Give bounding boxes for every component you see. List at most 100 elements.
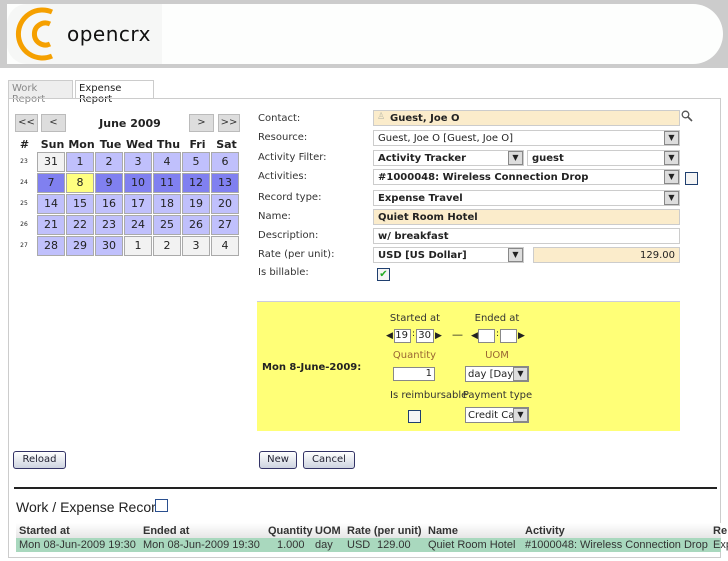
end-increase-icon[interactable]: ▶ bbox=[518, 331, 525, 341]
column-header[interactable]: Ended at bbox=[143, 525, 189, 537]
record-type-select[interactable]: Expense Travel ▼ bbox=[373, 190, 680, 206]
start-minute-input[interactable]: 30 bbox=[416, 329, 434, 343]
calendar-day[interactable]: 9 bbox=[95, 173, 123, 193]
date-label: Mon 8-June-2009: bbox=[262, 362, 362, 373]
calendar-day[interactable]: 2 bbox=[95, 152, 123, 172]
calendar-day[interactable]: 12 bbox=[182, 173, 210, 193]
calendar-day[interactable]: 11 bbox=[153, 173, 181, 193]
start-decrease-icon[interactable]: ◀ bbox=[386, 331, 393, 341]
activity-filter-select[interactable]: Activity Tracker ▼ bbox=[373, 150, 524, 166]
activities-select[interactable]: #1000048: Wireless Connection Drop ▼ bbox=[373, 169, 680, 185]
end-hour-input[interactable] bbox=[478, 329, 495, 343]
calendar-day[interactable]: 4 bbox=[211, 236, 239, 256]
day-header: Sat bbox=[216, 138, 237, 151]
cell-quantity: 1.000 bbox=[277, 539, 305, 551]
records-checkbox[interactable] bbox=[155, 499, 168, 512]
activities-checkbox[interactable] bbox=[685, 172, 698, 185]
reload-button[interactable]: Reload bbox=[13, 451, 66, 469]
prev-year-button[interactable]: << bbox=[15, 114, 38, 132]
activities-value: #1000048: Wireless Connection Drop bbox=[378, 172, 589, 183]
calendar-day[interactable]: 29 bbox=[66, 236, 94, 256]
cell-activity: #1000048: Wireless Connection Drop bbox=[525, 539, 708, 551]
record-type-label: Record type: bbox=[258, 192, 322, 203]
calendar-day[interactable]: 14 bbox=[37, 194, 65, 214]
new-button[interactable]: New bbox=[259, 451, 297, 469]
calendar-day[interactable]: 6 bbox=[211, 152, 239, 172]
rate-input[interactable]: 129.00 bbox=[533, 247, 680, 263]
activity-filter-value: Activity Tracker bbox=[378, 153, 467, 164]
calendar-day[interactable]: 13 bbox=[211, 173, 239, 193]
calendar-day[interactable]: 17 bbox=[124, 194, 152, 214]
column-header[interactable]: Activity bbox=[525, 525, 565, 537]
uom-select[interactable]: day [Day] ▼ bbox=[465, 366, 529, 382]
cell-uom: day bbox=[315, 539, 333, 551]
chevron-down-icon: ▼ bbox=[664, 191, 679, 205]
month-label: June 2009 bbox=[99, 117, 161, 130]
billable-checkbox[interactable]: ✔ bbox=[377, 268, 390, 281]
prev-month-button[interactable]: < bbox=[41, 114, 66, 132]
calendar-day[interactable]: 21 bbox=[37, 215, 65, 235]
calendar-day[interactable]: 10 bbox=[124, 173, 152, 193]
end-minute-input[interactable] bbox=[500, 329, 517, 343]
column-header[interactable]: Rate (per unit) bbox=[347, 525, 422, 537]
calendar-day[interactable]: 8 bbox=[66, 173, 94, 193]
day-header: Sun bbox=[40, 138, 65, 151]
calendar-day[interactable]: 25 bbox=[153, 215, 181, 235]
next-year-button[interactable]: >> bbox=[218, 114, 240, 132]
next-month-button[interactable]: > bbox=[189, 114, 214, 132]
cell-record-type: Exp bbox=[713, 539, 728, 551]
activity-filter-label: Activity Filter: bbox=[258, 152, 327, 163]
calendar-day[interactable]: 22 bbox=[66, 215, 94, 235]
calendar-day[interactable]: 4 bbox=[153, 152, 181, 172]
column-header[interactable]: Quantity bbox=[268, 525, 313, 537]
calendar-day[interactable]: 20 bbox=[211, 194, 239, 214]
currency-value: USD [US Dollar] bbox=[378, 250, 467, 261]
payment-type-select[interactable]: Credit Card ▼ bbox=[465, 407, 529, 423]
calendar-day[interactable]: 27 bbox=[211, 215, 239, 235]
name-input[interactable]: Quiet Room Hotel bbox=[373, 209, 680, 225]
calendar-day[interactable]: 16 bbox=[95, 194, 123, 214]
calendar-day[interactable]: 19 bbox=[182, 194, 210, 214]
resource-select[interactable]: Guest, Joe O [Guest, Joe O] ▼ bbox=[373, 130, 680, 146]
calendar-day[interactable]: 24 bbox=[124, 215, 152, 235]
calendar-day[interactable]: 28 bbox=[37, 236, 65, 256]
contact-field[interactable]: ♙ Guest, Joe O bbox=[373, 110, 680, 126]
column-header[interactable]: UOM bbox=[315, 525, 341, 537]
calendar-day[interactable]: 18 bbox=[153, 194, 181, 214]
calendar-day[interactable]: 15 bbox=[66, 194, 94, 214]
calendar-day[interactable]: 5 bbox=[182, 152, 210, 172]
start-hour-input[interactable]: 19 bbox=[394, 329, 411, 343]
cell-currency: USD bbox=[347, 539, 371, 551]
check-icon: ✔ bbox=[379, 269, 388, 280]
rate-label: Rate (per unit): bbox=[258, 249, 335, 260]
calendar-day[interactable]: 26 bbox=[182, 215, 210, 235]
search-icon[interactable] bbox=[681, 110, 693, 122]
tab-work-report[interactable]: Work Report bbox=[8, 80, 73, 105]
calendar-day[interactable]: 23 bbox=[95, 215, 123, 235]
chevron-down-icon: ▼ bbox=[664, 170, 679, 184]
calendar-day[interactable]: 3 bbox=[124, 152, 152, 172]
calendar-day[interactable]: 31 bbox=[37, 152, 65, 172]
currency-select[interactable]: USD [US Dollar] ▼ bbox=[373, 247, 524, 263]
calendar-day[interactable]: 3 bbox=[182, 236, 210, 256]
column-header[interactable]: Started at bbox=[19, 525, 70, 537]
name-label: Name: bbox=[258, 211, 291, 222]
reimbursable-checkbox[interactable] bbox=[408, 410, 421, 423]
calendar-day[interactable]: 1 bbox=[66, 152, 94, 172]
column-header[interactable]: Re bbox=[713, 525, 727, 537]
description-input[interactable]: w/ breakfast bbox=[373, 228, 680, 244]
activity-filter-owner-select[interactable]: guest ▼ bbox=[527, 150, 680, 166]
end-decrease-icon[interactable]: ◀ bbox=[471, 331, 478, 341]
week-number: 23 bbox=[20, 158, 28, 165]
tab-expense-report[interactable]: Expense Report bbox=[75, 80, 154, 105]
cancel-button[interactable]: Cancel bbox=[303, 451, 355, 469]
quantity-input[interactable]: 1 bbox=[393, 367, 435, 381]
time-separator: : bbox=[496, 329, 500, 339]
calendar-day[interactable]: 30 bbox=[95, 236, 123, 256]
calendar-day[interactable]: 1 bbox=[124, 236, 152, 256]
calendar-day[interactable]: 2 bbox=[153, 236, 181, 256]
calendar-day[interactable]: 7 bbox=[37, 173, 65, 193]
day-header: Tue bbox=[99, 138, 122, 151]
start-increase-icon[interactable]: ▶ bbox=[435, 331, 442, 341]
column-header[interactable]: Name bbox=[428, 525, 458, 537]
